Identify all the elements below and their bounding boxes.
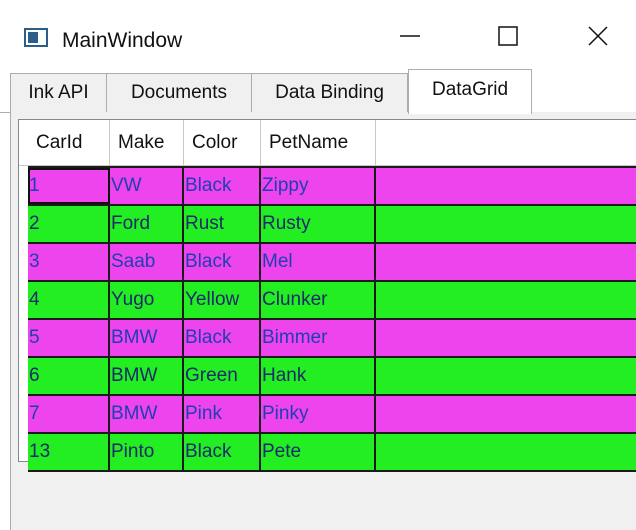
cell-carid[interactable]: 2 bbox=[28, 206, 110, 242]
app-window-icon bbox=[24, 28, 48, 47]
cell-color[interactable]: Black bbox=[184, 320, 261, 356]
cell-color[interactable]: Yellow bbox=[184, 282, 261, 318]
cell-carid[interactable]: 7 bbox=[28, 396, 110, 432]
column-header-make[interactable]: Make bbox=[110, 120, 184, 166]
table-row[interactable]: 6 BMW Green Hank bbox=[28, 356, 636, 394]
close-icon bbox=[588, 26, 608, 46]
cell-make[interactable]: BMW bbox=[110, 396, 184, 432]
cell-carid[interactable]: 4 bbox=[28, 282, 110, 318]
table-row[interactable]: 7 BMW Pink Pinky bbox=[28, 394, 636, 432]
title-bar: MainWindow bbox=[0, 0, 636, 58]
cell-color[interactable]: Green bbox=[184, 358, 261, 394]
cell-make[interactable]: BMW bbox=[110, 320, 184, 356]
table-row[interactable]: 4 Yugo Yellow Clunker bbox=[28, 280, 636, 318]
tab-documents[interactable]: Documents bbox=[106, 73, 252, 113]
cell-carid[interactable]: 3 bbox=[28, 244, 110, 280]
table-row[interactable]: 1 VW Black Zippy bbox=[28, 166, 636, 204]
minimize-button[interactable] bbox=[382, 14, 438, 58]
column-header-color[interactable]: Color bbox=[184, 120, 261, 166]
minimize-icon bbox=[400, 35, 420, 37]
table-row[interactable]: 13 Pinto Black Pete bbox=[28, 432, 636, 470]
maximize-icon bbox=[498, 26, 518, 46]
cell-carid[interactable]: 5 bbox=[28, 320, 110, 356]
table-row[interactable]: 2 Ford Rust Rusty bbox=[28, 204, 636, 242]
cell-petname[interactable]: Pinky bbox=[261, 396, 376, 432]
cell-color[interactable]: Black bbox=[184, 244, 261, 280]
column-header-petname[interactable]: PetName bbox=[261, 120, 376, 166]
cell-make[interactable]: Yugo bbox=[110, 282, 184, 318]
cell-make[interactable]: VW bbox=[110, 168, 184, 204]
tab-ink-api[interactable]: Ink API bbox=[10, 73, 107, 113]
cell-color[interactable]: Rust bbox=[184, 206, 261, 242]
column-header-carid[interactable]: CarId bbox=[28, 120, 110, 166]
table-row[interactable]: 5 BMW Black Bimmer bbox=[28, 318, 636, 356]
tab-data-binding[interactable]: Data Binding bbox=[251, 73, 408, 113]
cell-petname[interactable]: Zippy bbox=[261, 168, 376, 204]
grid-bottom-border bbox=[28, 470, 636, 472]
cell-petname[interactable]: Mel bbox=[261, 244, 376, 280]
cell-make[interactable]: Pinto bbox=[110, 434, 184, 470]
cell-petname[interactable]: Bimmer bbox=[261, 320, 376, 356]
cell-petname[interactable]: Rusty bbox=[261, 206, 376, 242]
tab-datagrid[interactable]: DataGrid bbox=[408, 69, 532, 114]
tab-strip: Ink API Documents Data Binding DataGrid bbox=[10, 69, 636, 114]
cell-carid[interactable]: 6 bbox=[28, 358, 110, 394]
cell-color[interactable]: Black bbox=[184, 434, 261, 470]
cell-petname[interactable]: Hank bbox=[261, 358, 376, 394]
cell-color[interactable]: Pink bbox=[184, 396, 261, 432]
window-title: MainWindow bbox=[62, 29, 183, 52]
cell-petname[interactable]: Pete bbox=[261, 434, 376, 470]
cell-color[interactable]: Black bbox=[184, 168, 261, 204]
cell-make[interactable]: Ford bbox=[110, 206, 184, 242]
close-button[interactable] bbox=[570, 14, 626, 58]
cell-carid[interactable]: 1 bbox=[28, 168, 110, 204]
data-grid[interactable]: CarId Make Color PetName 1 VW Black Zipp… bbox=[18, 119, 636, 472]
cell-make[interactable]: Saab bbox=[110, 244, 184, 280]
cell-petname[interactable]: Clunker bbox=[261, 282, 376, 318]
maximize-button[interactable] bbox=[480, 14, 536, 58]
grid-header: CarId Make Color PetName bbox=[19, 120, 636, 166]
table-row[interactable]: 3 Saab Black Mel bbox=[28, 242, 636, 280]
tab-content-panel: CarId Make Color PetName 1 VW Black Zipp… bbox=[10, 112, 636, 530]
cell-carid[interactable]: 13 bbox=[28, 434, 110, 470]
cell-make[interactable]: BMW bbox=[110, 358, 184, 394]
